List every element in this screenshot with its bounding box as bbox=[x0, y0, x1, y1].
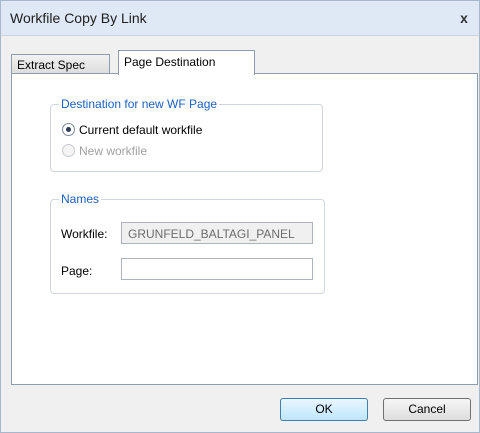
ok-button[interactable]: OK bbox=[280, 398, 368, 421]
title-bar: Workfile Copy By Link x bbox=[1, 1, 479, 36]
radio-unselected-icon[interactable] bbox=[62, 144, 75, 157]
names-groupbox: Names Workfile: GRUNFELD_BALTAGI_PANEL P… bbox=[50, 192, 325, 294]
tab-extract-spec[interactable]: Extract Spec bbox=[11, 54, 110, 74]
destination-groupbox: Destination for new WF Page Current defa… bbox=[50, 97, 323, 172]
radio-new-workfile[interactable]: New workfile bbox=[62, 143, 147, 159]
radio-new-workfile-label: New workfile bbox=[79, 144, 148, 158]
close-icon[interactable]: x bbox=[455, 9, 473, 27]
page-field[interactable] bbox=[121, 258, 313, 280]
page-label: Page: bbox=[61, 264, 93, 278]
dialog-title: Workfile Copy By Link bbox=[10, 10, 147, 26]
destination-group-title: Destination for new WF Page bbox=[59, 97, 220, 111]
workfile-copy-dialog: Workfile Copy By Link x Extract Spec Pag… bbox=[0, 0, 480, 433]
cancel-button[interactable]: Cancel bbox=[383, 398, 471, 421]
radio-selected-icon[interactable] bbox=[62, 123, 75, 136]
names-group-title: Names bbox=[59, 192, 102, 206]
page-destination-panel: Destination for new WF Page Current defa… bbox=[11, 73, 478, 385]
workfile-field[interactable]: GRUNFELD_BALTAGI_PANEL bbox=[121, 222, 313, 244]
radio-current-default-label: Current default workfile bbox=[79, 123, 203, 137]
radio-current-default-workfile[interactable]: Current default workfile bbox=[62, 122, 202, 138]
tab-page-destination[interactable]: Page Destination bbox=[118, 50, 255, 75]
workfile-label: Workfile: bbox=[61, 227, 108, 241]
